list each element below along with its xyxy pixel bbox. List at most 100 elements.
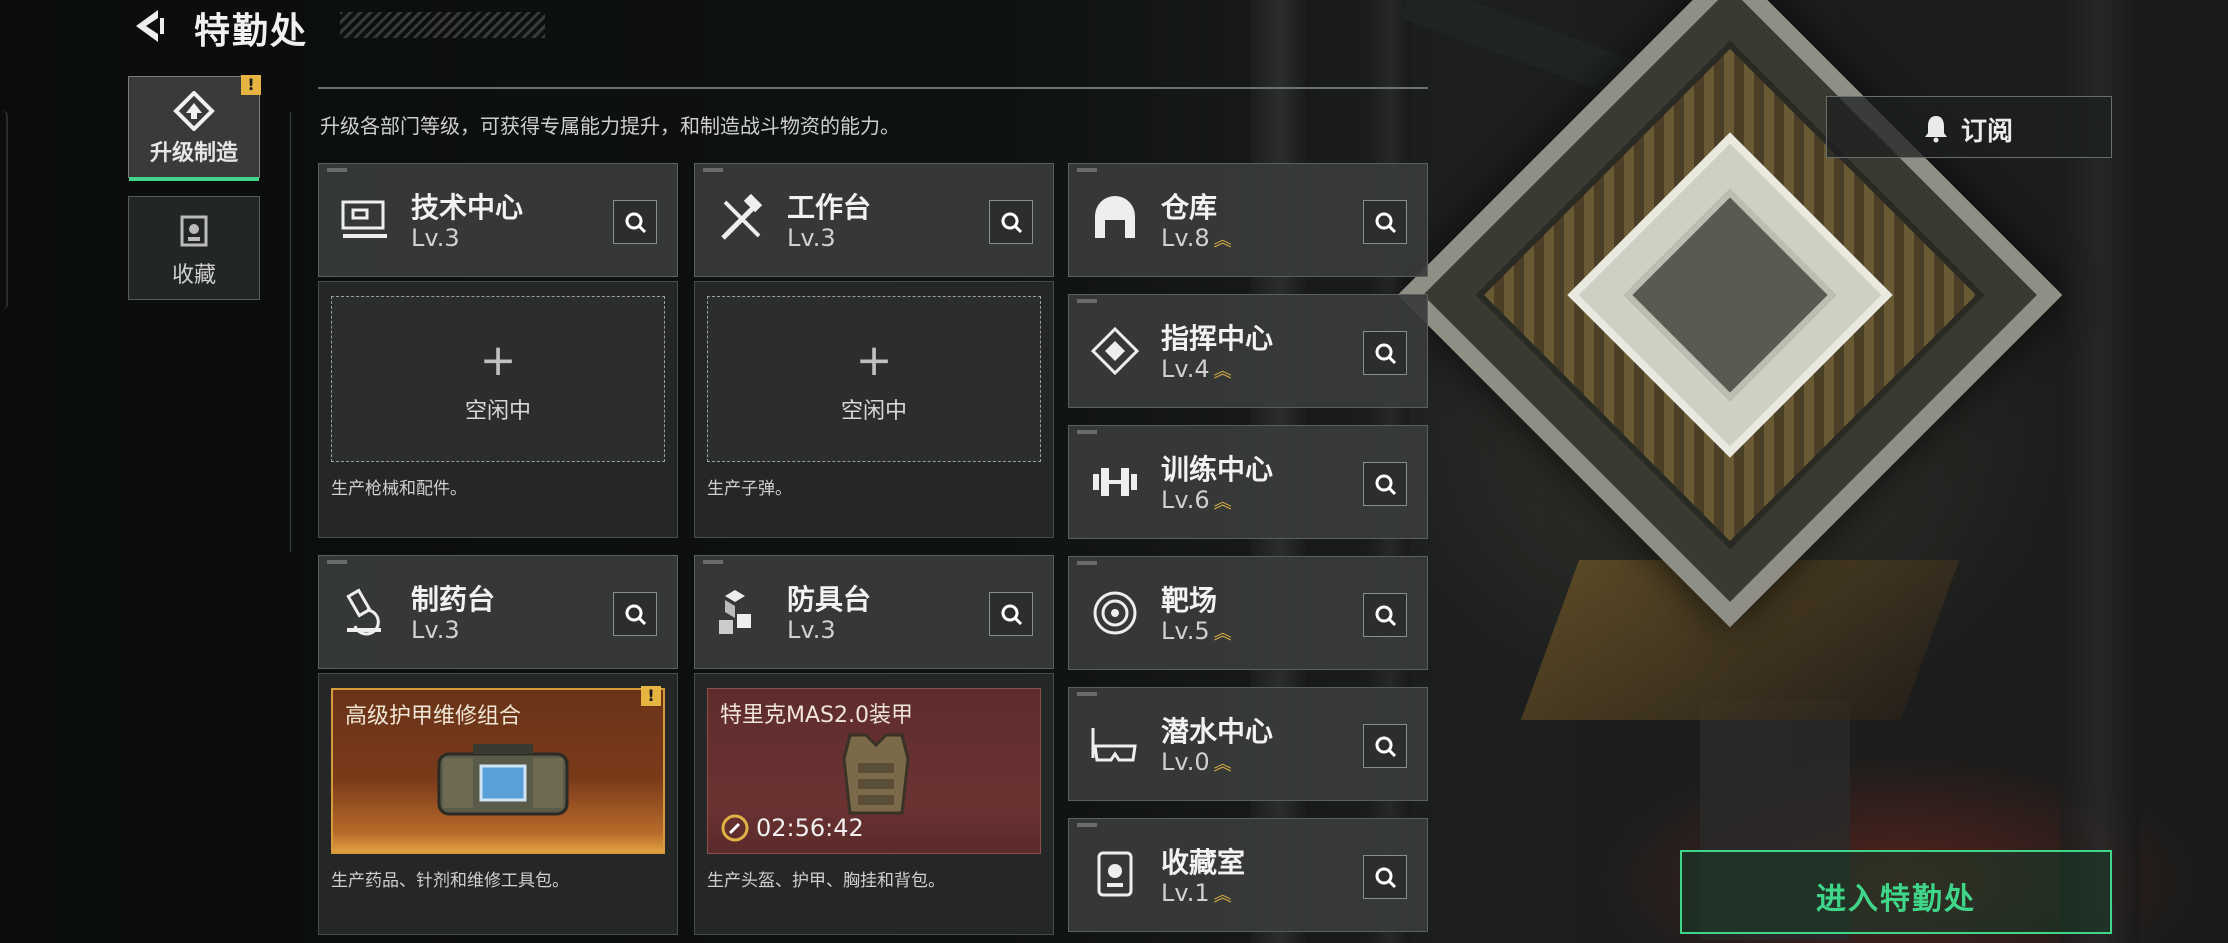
workbench-icon — [721, 194, 763, 240]
search-button[interactable] — [1363, 200, 1407, 244]
item-name: 特里克MAS2.0装甲 — [720, 703, 913, 728]
diving-center-icon — [1091, 728, 1137, 762]
item-name: 高级护甲维修组合 — [345, 704, 522, 729]
search-button[interactable] — [1363, 331, 1407, 375]
dept-level: Lv.0 ︽ — [1161, 748, 1232, 776]
enter-button-label: 进入特勤处 — [1816, 882, 1976, 917]
search-icon — [1375, 343, 1397, 365]
enter-special-ops-button[interactable]: 进入特勤处 — [1680, 850, 2112, 934]
production-description: 生产头盔、护甲、胸挂和背包。 — [707, 871, 945, 891]
back-button[interactable] — [128, 6, 168, 46]
upgrade-chevron-icon: ︽ — [1213, 754, 1232, 775]
body-armor-image — [842, 733, 910, 815]
tab-collection[interactable]: 收藏 — [128, 196, 260, 300]
upgrade-chevron-icon: ︽ — [1213, 230, 1232, 251]
dept-card-diving-center[interactable]: 潜水中心 Lv.0 ︽ — [1068, 687, 1428, 801]
dept-card-tech-center[interactable]: 技术中心 Lv.3 — [318, 163, 678, 277]
production-panel: + 空闲中 生产子弹。 — [694, 281, 1054, 538]
production-panel: 特里克MAS2.0装甲 02:56:42 生产头盔、护甲、胸挂和背包。 — [694, 673, 1054, 935]
page-title: 特勤处 — [194, 11, 309, 52]
upgrade-chevron-icon: ︽ — [1213, 623, 1232, 644]
warning-badge: ! — [241, 75, 261, 95]
slot-state: 空闲中 — [840, 399, 907, 424]
dept-name: 仓库 — [1161, 191, 1218, 224]
dept-card-training-center[interactable]: 训练中心 Lv.6 ︽ — [1068, 425, 1428, 539]
dept-name: 潜水中心 — [1161, 715, 1274, 748]
dept-name: 工作台 — [787, 191, 872, 224]
dept-level: Lv.3 — [411, 224, 460, 252]
craft-timer: 02:56:42 — [720, 813, 864, 843]
dept-name: 技术中心 — [411, 191, 524, 224]
dept-card-command-center[interactable]: 指挥中心 Lv.4 ︽ — [1068, 294, 1428, 408]
active-tab-indicator — [129, 177, 259, 181]
production-slot-item[interactable]: 高级护甲维修组合 ! — [331, 686, 665, 854]
dept-level: Lv.8 ︽ — [1161, 224, 1232, 252]
tab-label: 升级制造 — [149, 141, 238, 166]
divider — [318, 87, 1428, 89]
search-icon — [1375, 474, 1397, 496]
shooting-range-icon — [1093, 591, 1137, 635]
slot-state: 空闲中 — [464, 399, 531, 424]
search-button[interactable] — [989, 592, 1033, 636]
dept-level: Lv.6 ︽ — [1161, 486, 1232, 514]
dept-card-shooting-range[interactable]: 靶场 Lv.5 ︽ — [1068, 556, 1428, 670]
production-slot-item[interactable]: 特里克MAS2.0装甲 02:56:42 — [707, 688, 1041, 854]
header: 特勤处 — [0, 0, 560, 52]
search-button[interactable] — [1363, 462, 1407, 506]
armor-bench-icon — [719, 590, 751, 634]
plus-icon: + — [855, 335, 893, 386]
subscribe-label: 订阅 — [1961, 117, 2014, 147]
dept-level: Lv.3 — [411, 616, 460, 644]
subscribe-button[interactable]: 订阅 — [1826, 96, 2112, 158]
title-decoration — [340, 12, 545, 38]
dept-card-armor-bench[interactable]: 防具台 Lv.3 — [694, 555, 1054, 669]
search-button[interactable] — [1363, 724, 1407, 768]
repair-kit-image — [437, 744, 569, 816]
page-description: 升级各部门等级，可获得专属能力提升，和制造战斗物资的能力。 — [320, 114, 900, 138]
search-button[interactable] — [1363, 593, 1407, 637]
background-beam — [1400, 0, 1640, 100]
warning-badge: ! — [641, 686, 661, 706]
search-button[interactable] — [613, 592, 657, 636]
upgrade-craft-icon — [173, 91, 215, 131]
search-button[interactable] — [989, 200, 1033, 244]
search-icon — [1375, 867, 1397, 889]
timer-text: 02:56:42 — [756, 814, 864, 842]
production-panel: 高级护甲维修组合 ! 生产药品、针剂和维修工具包。 — [318, 673, 678, 935]
production-description: 生产子弹。 — [707, 479, 792, 499]
bell-icon — [1925, 116, 1947, 143]
divider — [290, 112, 291, 552]
dept-name: 收藏室 — [1161, 846, 1246, 879]
training-center-icon — [1093, 468, 1137, 496]
dept-level: Lv.3 — [787, 616, 836, 644]
search-button[interactable] — [1363, 855, 1407, 899]
production-description: 生产枪械和配件。 — [331, 479, 467, 499]
dept-level: Lv.3 — [787, 224, 836, 252]
dept-name: 靶场 — [1161, 584, 1218, 617]
dept-card-warehouse[interactable]: 仓库 Lv.8 ︽ — [1068, 163, 1428, 277]
production-description: 生产药品、针剂和维修工具包。 — [331, 871, 569, 891]
search-button[interactable] — [613, 200, 657, 244]
dept-card-workbench[interactable]: 工作台 Lv.3 — [694, 163, 1054, 277]
production-panel: + 空闲中 生产枪械和配件。 — [318, 281, 678, 538]
tab-upgrade-craft[interactable]: ! 升级制造 — [128, 75, 261, 181]
dept-name: 防具台 — [787, 583, 872, 616]
dept-name: 指挥中心 — [1161, 322, 1274, 355]
pharmacy-icon — [346, 588, 381, 636]
plus-icon: + — [479, 335, 517, 386]
dept-card-pharmacy[interactable]: 制药台 Lv.3 — [318, 555, 678, 669]
tab-label: 收藏 — [171, 263, 216, 288]
dept-level: Lv.1 ︽ — [1161, 879, 1232, 907]
search-icon — [1001, 212, 1023, 234]
collection-icon — [180, 215, 208, 247]
tech-center-icon — [341, 200, 387, 238]
production-slot-idle[interactable]: + 空闲中 — [707, 296, 1041, 462]
back-arrow-icon — [136, 10, 164, 42]
production-slot-idle[interactable]: + 空闲中 — [331, 296, 665, 462]
dept-card-collection-room[interactable]: 收藏室 Lv.1 ︽ — [1068, 818, 1428, 932]
search-icon — [1001, 604, 1023, 626]
crafting-progress-icon — [721, 814, 749, 842]
upgrade-chevron-icon: ︽ — [1213, 492, 1232, 513]
collection-room-icon — [1097, 851, 1133, 897]
dept-name: 制药台 — [411, 583, 496, 616]
